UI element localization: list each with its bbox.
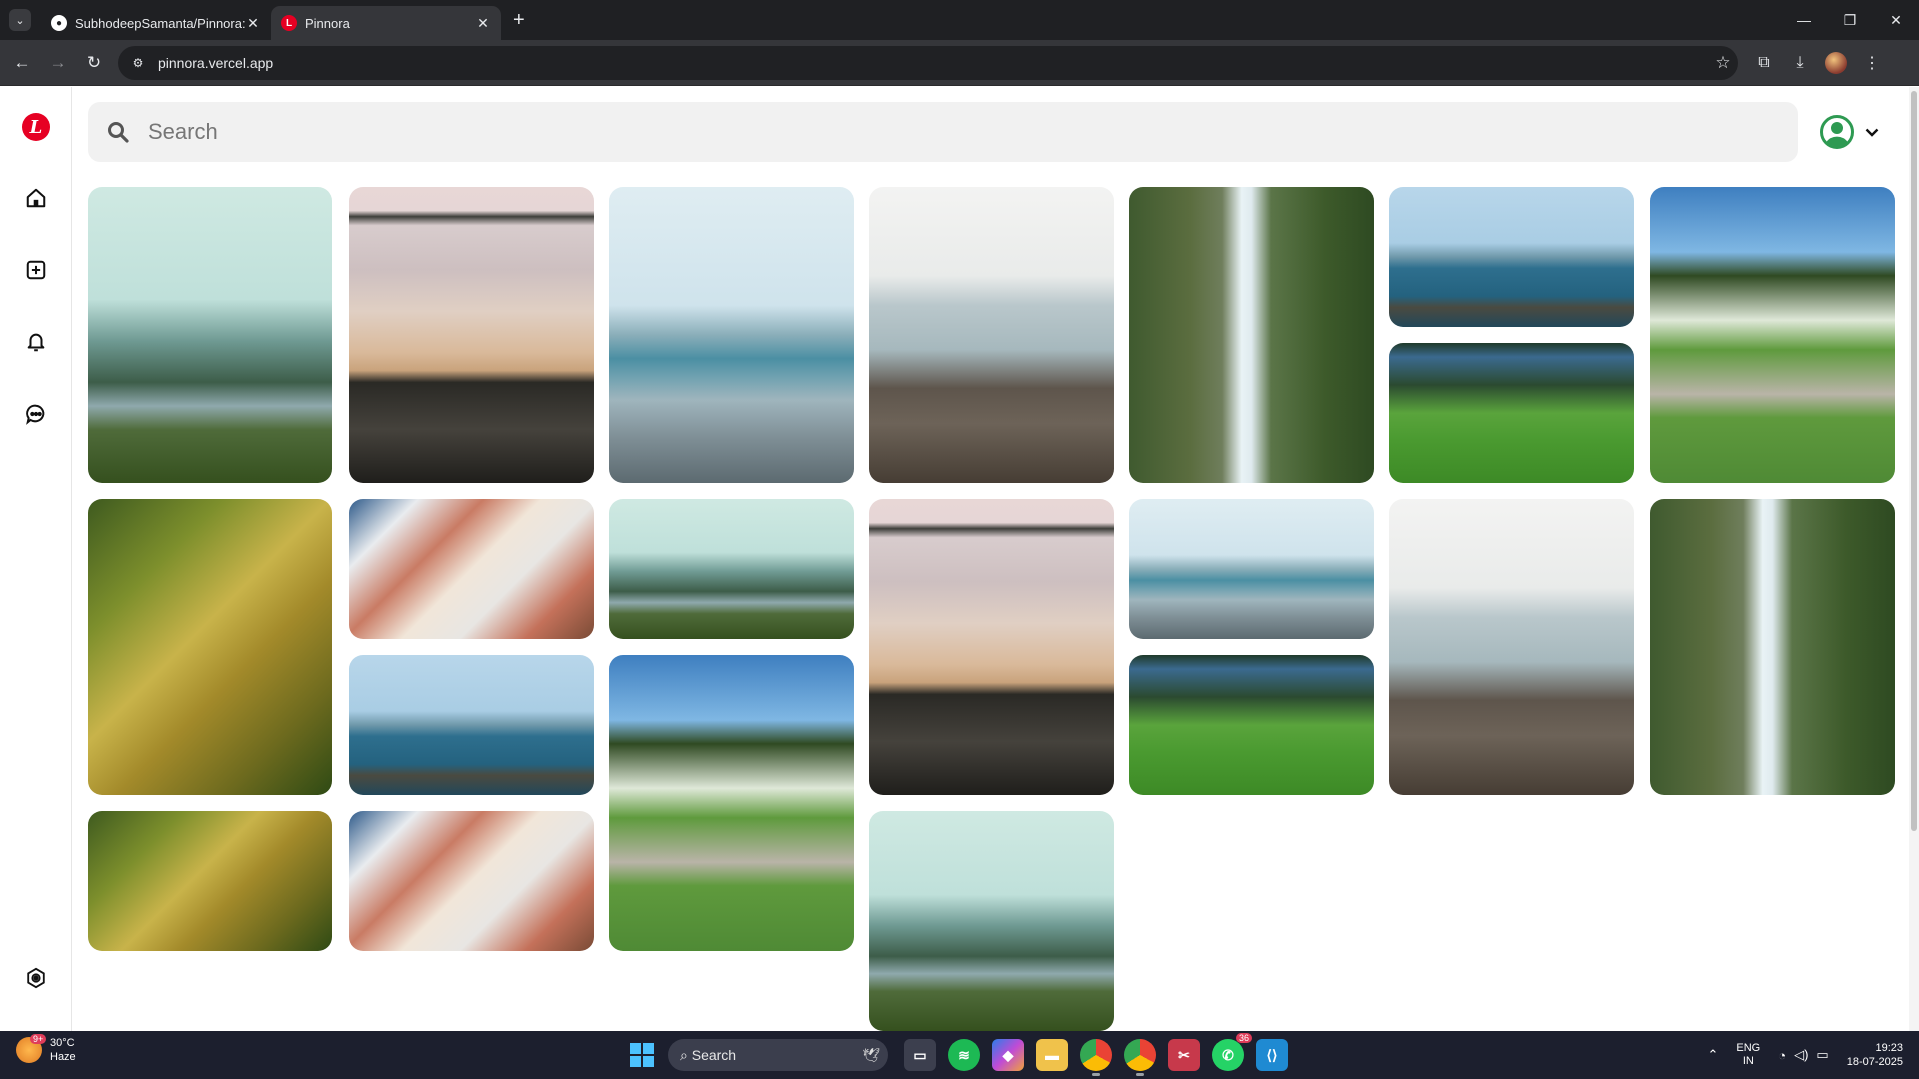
weather-desc: Haze: [50, 1051, 76, 1063]
page-scrollbar[interactable]: [1909, 87, 1919, 1031]
search-icon: ⌕: [680, 1046, 692, 1063]
tab-title: Pinnora: [305, 15, 350, 31]
chrome-profile-icon[interactable]: [1124, 1039, 1156, 1076]
close-window-icon[interactable]: ✕: [1873, 0, 1919, 40]
taskbar-search[interactable]: ⌕ Search 🕊: [668, 1039, 888, 1071]
search-icon: [108, 122, 129, 143]
bookmark-star-icon[interactable]: ☆: [1708, 53, 1738, 73]
taskbar-search-label: Search: [691, 1047, 737, 1063]
spotify-icon[interactable]: ≋: [948, 1039, 980, 1071]
search-input[interactable]: [148, 119, 1648, 145]
home-icon[interactable]: [24, 186, 48, 210]
pin-mossy-tree-2[interactable]: [88, 811, 332, 951]
extensions-icon[interactable]: ⧉: [1746, 54, 1782, 72]
pin-forest-path-2[interactable]: [609, 655, 854, 951]
pin-pebble-shore-2[interactable]: [1129, 499, 1374, 639]
settings-icon[interactable]: [24, 966, 48, 990]
search-bar: [88, 102, 1798, 162]
pin-desk-flatlay-2[interactable]: [349, 811, 594, 951]
pin-grass[interactable]: [1389, 343, 1634, 483]
pin-rocky-sea-2[interactable]: [1389, 499, 1634, 795]
browser-tab-strip: ⌄ ● SubhodeepSamanta/Pinnora: P ✕ L Pinn…: [0, 0, 1919, 40]
pinnora-logo-icon: L: [281, 15, 297, 31]
taskbar-apps: ⌕ Search 🕊 ▭ ≋ ◆ ▬ ✂ ✆ 36 ⟨⟩: [630, 1033, 1294, 1076]
lang-bottom: IN: [1742, 1055, 1754, 1067]
window-controls: — ❐ ✕: [1781, 0, 1919, 40]
pin-beach-rocks-2[interactable]: [869, 499, 1114, 795]
weather-badge: 9+: [30, 1034, 47, 1044]
volume-icon[interactable]: ◁): [1794, 1047, 1808, 1063]
clock-time: 19:23: [1875, 1042, 1903, 1054]
pin-mossy-tree[interactable]: [88, 499, 332, 795]
pinnora-logo[interactable]: L: [22, 113, 50, 141]
weather-sun-icon: 9+: [16, 1034, 47, 1063]
close-tab-icon[interactable]: ✕: [475, 15, 491, 32]
tab-github[interactable]: ● SubhodeepSamanta/Pinnora: P ✕: [41, 6, 271, 40]
tab-search-icon[interactable]: ⌄: [9, 9, 31, 31]
file-explorer-icon[interactable]: ▬: [1036, 1039, 1068, 1071]
pin-desk-flatlay[interactable]: [349, 499, 594, 639]
windows-start-icon[interactable]: [630, 1043, 654, 1067]
vscode-icon[interactable]: ⟨⟩: [1256, 1039, 1288, 1071]
user-menu[interactable]: [1820, 115, 1880, 149]
pin-misty-valley[interactable]: [88, 187, 332, 483]
pin-forest-path[interactable]: [1650, 187, 1895, 483]
pin-rocky-sea[interactable]: [869, 187, 1114, 483]
back-icon[interactable]: ←: [8, 49, 36, 77]
lang-top: ENG: [1736, 1042, 1761, 1054]
tab-title: SubhodeepSamanta/Pinnora: P: [75, 15, 245, 31]
reload-icon[interactable]: ↻: [80, 49, 108, 77]
address-bar[interactable]: ⚙ pinnora.vercel.app ☆: [118, 45, 1738, 80]
chevron-down-icon[interactable]: [1864, 124, 1880, 140]
whatsapp-count: 36: [1235, 1033, 1252, 1043]
task-view-icon[interactable]: ▭: [904, 1039, 936, 1071]
profile-avatar[interactable]: [1825, 51, 1847, 74]
chevron-up-icon[interactable]: ⌃: [1707, 1047, 1718, 1063]
weather-temp: 30°C: [50, 1037, 75, 1049]
scrollbar-thumb[interactable]: [1911, 91, 1917, 831]
user-avatar-icon[interactable]: [1820, 115, 1854, 149]
pin-waterfall[interactable]: [1129, 187, 1374, 483]
close-tab-icon[interactable]: ✕: [245, 15, 261, 32]
clock-date: 18-07-2025: [1846, 1056, 1903, 1068]
weather-widget[interactable]: 9+ 30°C Haze: [16, 1034, 76, 1064]
url-text[interactable]: pinnora.vercel.app: [158, 55, 1708, 71]
pin-sea-island[interactable]: [1389, 187, 1634, 327]
forward-icon[interactable]: →: [44, 49, 72, 77]
pin-beach-rocks[interactable]: [349, 187, 594, 483]
snipping-tool-icon[interactable]: ✂: [1168, 1039, 1200, 1071]
copilot-icon[interactable]: ◆: [992, 1039, 1024, 1071]
browser-toolbar: ← → ↻ ⚙ pinnora.vercel.app ☆ ⧉ ⤓ ⋮: [0, 40, 1919, 86]
notifications-icon[interactable]: [24, 330, 48, 354]
new-tab-button[interactable]: +: [513, 9, 525, 32]
clock[interactable]: 19:23 18-07-2025: [1847, 1041, 1903, 1069]
github-icon: ●: [51, 15, 67, 31]
sidebar: L: [0, 87, 72, 1031]
download-icon[interactable]: ⤓: [1782, 54, 1818, 72]
language-indicator[interactable]: ENG IN: [1736, 1042, 1760, 1068]
minimize-icon[interactable]: —: [1781, 0, 1827, 40]
pin-pebble-shore[interactable]: [609, 187, 854, 483]
chrome-icon[interactable]: [1080, 1039, 1112, 1076]
pin-sea-island-2[interactable]: [349, 655, 594, 795]
whatsapp-icon[interactable]: ✆ 36: [1212, 1033, 1252, 1071]
site-info-icon[interactable]: ⚙: [130, 55, 146, 71]
search-highlight-icon: 🕊: [862, 1046, 880, 1063]
menu-icon[interactable]: ⋮: [1854, 53, 1890, 73]
pin-waterfall-2[interactable]: [1650, 499, 1895, 795]
pin-grass-2[interactable]: [1129, 655, 1374, 795]
pin-misty-valley-2[interactable]: [609, 499, 854, 639]
create-icon[interactable]: [24, 258, 48, 282]
pin-misty-valley-3[interactable]: [869, 811, 1114, 1031]
restore-icon[interactable]: ❐: [1827, 0, 1873, 40]
system-tray: ⌃ ENG IN ◔ ◁) ▭ 19:23 18-07-2025: [1703, 1036, 1903, 1074]
battery-icon[interactable]: ▭: [1816, 1047, 1828, 1063]
wifi-icon[interactable]: ◔: [1778, 1048, 1786, 1063]
messages-icon[interactable]: [24, 402, 48, 426]
tab-pinnora[interactable]: L Pinnora ✕: [271, 6, 501, 40]
